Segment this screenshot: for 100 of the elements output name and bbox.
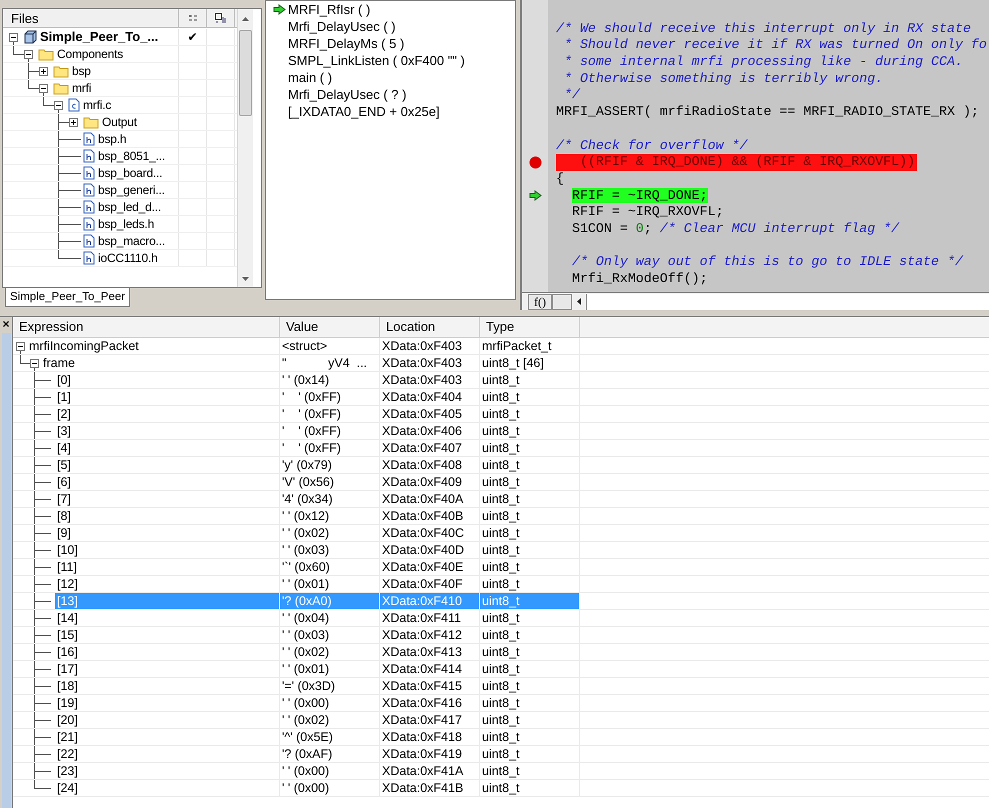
code-comment: */ <box>562 87 580 104</box>
expression-cell[interactable]: frame <box>41 355 279 371</box>
tree-item[interactable]: Simple_Peer_To_... <box>39 28 158 47</box>
tree-item[interactable]: mrfi <box>71 79 92 97</box>
expression-cell[interactable]: [8] <box>55 508 279 524</box>
call-stack-item[interactable]: Mrfi_DelayUsec ( ) <box>288 16 396 36</box>
options-icon[interactable] <box>188 14 198 22</box>
scroll-up-icon[interactable] <box>242 16 249 20</box>
value-cell: ' ' (0x01) <box>280 576 380 592</box>
expression-cell[interactable]: [14] <box>55 610 279 626</box>
expression-cell[interactable]: [4] <box>55 440 279 456</box>
value-cell: ' ' (0xFF) <box>280 423 380 439</box>
location-cell: XData:0xF40B <box>380 508 480 524</box>
type-cell: uint8_t <box>480 389 580 405</box>
call-stack-item[interactable]: [_IXDATA0_END + 0x25e] <box>288 102 440 122</box>
expression-cell[interactable]: [12] <box>55 576 279 592</box>
expression-cell[interactable]: [6] <box>55 474 279 490</box>
location-cell: XData:0xF410 <box>380 593 480 609</box>
scrollbar[interactable] <box>237 9 253 287</box>
location-cell: XData:0xF41A <box>380 763 480 779</box>
expression-cell[interactable]: [1] <box>55 389 279 405</box>
collapse-icon[interactable] <box>9 32 18 42</box>
column-header[interactable]: Value <box>280 317 380 337</box>
toolbar-button[interactable] <box>552 294 572 310</box>
scroll-down-icon[interactable] <box>242 276 249 280</box>
expression-cell[interactable]: [5] <box>55 457 279 473</box>
expand-icon[interactable] <box>39 66 48 76</box>
location-cell: XData:0xF407 <box>380 440 480 456</box>
code-comment: /* Check for overflow */ <box>556 138 748 154</box>
location-cell: XData:0xF413 <box>380 644 480 660</box>
value-cell: ' ' (0x00) <box>280 763 380 779</box>
code-comment: * some internal mrfi processing like - during CCA. <box>562 54 963 71</box>
column-header[interactable]: Type <box>480 317 580 337</box>
tree-item[interactable]: bsp_generi... <box>97 181 165 199</box>
call-stack-item[interactable]: SMPL_LinkListen ( 0xF400 "" ) <box>288 50 465 70</box>
close-button[interactable]: × <box>2 317 10 331</box>
column-header[interactable]: Expression <box>13 317 280 337</box>
expression-cell[interactable]: [16] <box>55 644 279 660</box>
horizontal-scrollbar[interactable] <box>586 294 989 310</box>
call-stack-item[interactable]: Mrfi_DelayUsec ( ? ) <box>288 84 406 104</box>
scroll-left-icon[interactable] <box>577 298 581 305</box>
expression-cell[interactable]: [24] <box>55 780 279 796</box>
expression-cell[interactable]: mrfiIncomingPacket <box>27 338 279 354</box>
expression-cell[interactable]: [18] <box>55 678 279 694</box>
location-cell: XData:0xF405 <box>380 406 480 422</box>
expression-cell[interactable]: [20] <box>55 712 279 728</box>
value-cell: ' ' (0x14) <box>280 372 380 388</box>
call-stack-item[interactable]: MRFI_DelayMs ( 5 ) <box>288 34 404 54</box>
collapse-icon[interactable] <box>24 50 33 58</box>
tree-item[interactable]: ioCC1110.h <box>97 249 158 267</box>
expression-cell[interactable]: [21] <box>55 729 279 745</box>
type-cell: uint8_t [46] <box>480 355 580 371</box>
type-cell: uint8_t <box>480 610 580 626</box>
collapse-icon[interactable] <box>54 100 63 110</box>
scrollbar-thumb[interactable] <box>239 30 252 116</box>
location-cell: XData:0xF40E <box>380 559 480 575</box>
call-stack-item[interactable]: main ( ) <box>288 68 332 88</box>
value-cell: <struct> <box>280 338 380 354</box>
tree-item[interactable]: bsp_leds.h <box>97 215 154 233</box>
expression-cell[interactable]: [7] <box>55 491 279 507</box>
location-cell: XData:0xF406 <box>380 423 480 439</box>
h-file-icon <box>83 166 95 180</box>
expression-cell[interactable]: [15] <box>55 627 279 643</box>
expand-icon[interactable] <box>69 118 78 126</box>
tree-item[interactable]: bsp <box>71 62 91 80</box>
expression-cell[interactable]: [9] <box>55 525 279 541</box>
collapse-icon[interactable] <box>30 358 38 368</box>
value-cell: " yV4 ... <box>280 355 380 371</box>
expression-cell[interactable]: [2] <box>55 406 279 422</box>
expression-cell[interactable]: [23] <box>55 763 279 779</box>
expression-cell[interactable]: [0] <box>55 372 279 388</box>
expression-cell[interactable]: [17] <box>55 661 279 677</box>
location-cell: XData:0xF40C <box>380 525 480 541</box>
expression-cell[interactable]: [3] <box>55 423 279 439</box>
tree-item[interactable]: bsp.h <box>97 130 126 148</box>
column-header[interactable]: Location <box>380 317 480 337</box>
tree-item[interactable]: bsp_led_d... <box>97 198 161 216</box>
expression-cell[interactable]: [19] <box>55 695 279 711</box>
type-cell: uint8_t <box>480 406 580 422</box>
value-cell: ' ' (0x00) <box>280 695 380 711</box>
collapse-icon[interactable] <box>16 342 24 350</box>
expression-cell[interactable]: [10] <box>55 542 279 558</box>
tree-item[interactable]: Components <box>56 45 124 63</box>
call-stack-item[interactable]: MRFI_RfIsr ( ) <box>288 1 370 20</box>
value-cell: ' ' (0x04) <box>280 610 380 626</box>
value-cell: '^' (0x5E) <box>280 729 380 745</box>
location-cell: XData:0xF417 <box>380 712 480 728</box>
tree-item[interactable]: bsp_8051_... <box>97 147 165 165</box>
function-button[interactable]: f() <box>528 294 552 310</box>
value-cell: ' ' (0x03) <box>280 542 380 558</box>
tab[interactable]: Simple_Peer_To_Peer <box>5 288 130 307</box>
h-file-icon <box>83 234 95 248</box>
tree-item[interactable]: bsp_board... <box>97 164 162 182</box>
expression-cell[interactable]: [11] <box>55 559 279 575</box>
expression-cell[interactable]: [22] <box>55 746 279 762</box>
collapse-icon[interactable] <box>39 84 48 92</box>
tree-item[interactable]: Output <box>101 113 137 131</box>
tree-item[interactable]: bsp_macro... <box>97 232 165 250</box>
value-cell: ' ' (0x12) <box>280 508 380 524</box>
tree-item[interactable]: mrfi.c <box>82 96 112 114</box>
